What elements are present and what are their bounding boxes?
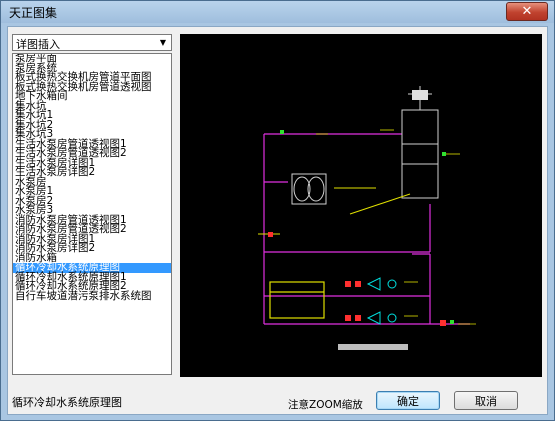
preview-caption-glyph (338, 344, 408, 350)
chevron-down-icon[interactable]: ▼ (157, 37, 169, 48)
zoom-hint: 注意ZOOM缩放 (288, 399, 363, 411)
close-icon: ✕ (521, 4, 533, 19)
close-button[interactable]: ✕ (506, 2, 548, 21)
preview-drawing (258, 86, 476, 350)
category-dropdown[interactable]: 详图插入 ▼ (12, 34, 172, 51)
dialog-client-area: 详图插入 ▼ 泵房平面 泵房系统 板式换热交换机房管道平面图 板式换热交换机房管道透视… (7, 26, 548, 415)
ok-button[interactable]: 确定 (376, 391, 440, 410)
window-title: 天正图集 (9, 6, 58, 20)
title-bar[interactable]: 天正图集 ✕ (1, 1, 554, 23)
drawing-preview[interactable] (180, 34, 542, 377)
category-dropdown-value: 详图插入 (16, 38, 60, 51)
selected-drawing-name: 循环冷却水系统原理图 (12, 396, 122, 409)
drawing-list[interactable]: 泵房平面 泵房系统 板式换热交换机房管道平面图 板式换热交换机房管道透视图 地下水箱间集… (12, 53, 172, 375)
dialog-window: 天正图集 ✕ 详图插入 ▼ 泵房平面 泵房系统 板式换热交换机房管道平面图 板式换热交… (0, 0, 555, 421)
cancel-button[interactable]: 取消 (454, 391, 518, 410)
list-item[interactable]: 自行车坡道潜污泵排水系统图 (13, 291, 171, 302)
